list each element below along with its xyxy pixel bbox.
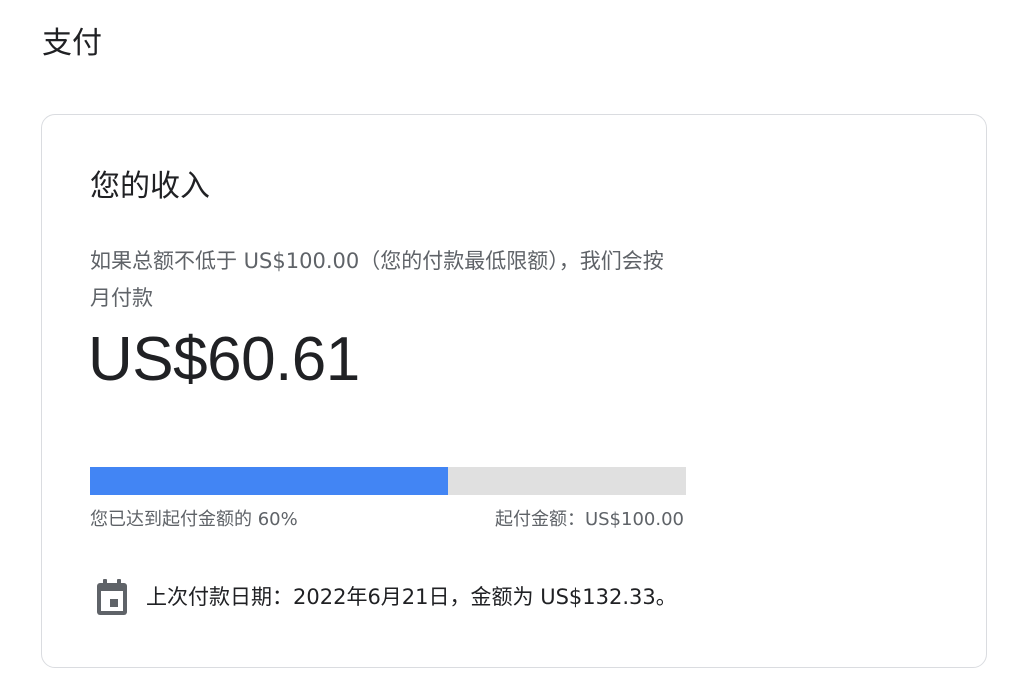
payment-threshold-label: 起付金额：US$100.00: [494, 509, 684, 530]
progress-fill: [90, 467, 448, 495]
last-payment-text: 上次付款日期：2022年6月21日，金额为 US$132.33。: [146, 585, 677, 609]
card-title: 您的收入: [90, 169, 210, 204]
page-title: 支付: [42, 26, 102, 61]
last-payment-row: 上次付款日期：2022年6月21日，金额为 US$132.33。: [94, 577, 677, 617]
earnings-amount: US$60.61: [88, 325, 360, 394]
progress-bar: [90, 467, 686, 495]
calendar-icon: [94, 577, 130, 617]
progress-percent-label: 您已达到起付金额的 60%: [90, 509, 298, 530]
earnings-card: 您的收入 如果总额不低于 US$100.00（您的付款最低限额），我们会按月付款…: [41, 114, 987, 668]
payment-threshold-description: 如果总额不低于 US$100.00（您的付款最低限额），我们会按月付款: [90, 249, 664, 310]
